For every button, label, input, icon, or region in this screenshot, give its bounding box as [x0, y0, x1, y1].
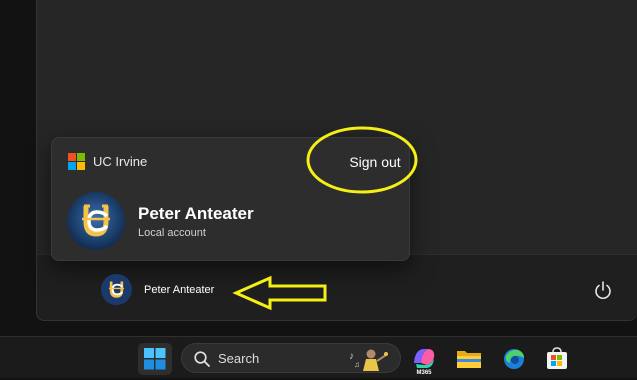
microsoft-store[interactable]	[540, 343, 574, 375]
edge-browser[interactable]	[497, 343, 531, 375]
folder-icon	[457, 351, 481, 368]
search-input[interactable]: Search ♪ ♫	[181, 343, 401, 373]
power-icon[interactable]	[592, 279, 614, 301]
windows-logo-icon	[144, 348, 166, 370]
account-name: Peter Anteater	[138, 204, 254, 223]
svg-text:M365: M365	[416, 370, 432, 375]
search-placeholder: Search	[218, 351, 260, 366]
m365-app[interactable]: M365	[407, 343, 441, 376]
start-button[interactable]	[138, 343, 172, 375]
account-type: Local account	[138, 227, 206, 239]
sign-out-button[interactable]: Sign out	[330, 148, 420, 176]
account-flyout: UC Irvine Sign out Peter Anteater Local …	[51, 137, 410, 261]
svg-text:♫: ♫	[354, 360, 360, 369]
m365-copilot-icon: M365	[414, 349, 435, 376]
user-avatar[interactable]	[101, 274, 132, 305]
account-avatar	[67, 192, 125, 250]
microsoft-logo-icon	[68, 153, 85, 170]
user-name-button[interactable]: Peter Anteater	[144, 284, 214, 296]
taskbar: Search ♪ ♫ M365	[0, 336, 637, 378]
search-highlight-illustration: ♪ ♫	[349, 349, 388, 371]
organization-name: UC Irvine	[93, 154, 148, 169]
search-icon	[194, 351, 210, 367]
store-icon	[547, 347, 567, 369]
edge-icon	[504, 349, 524, 369]
file-explorer[interactable]	[452, 343, 486, 375]
